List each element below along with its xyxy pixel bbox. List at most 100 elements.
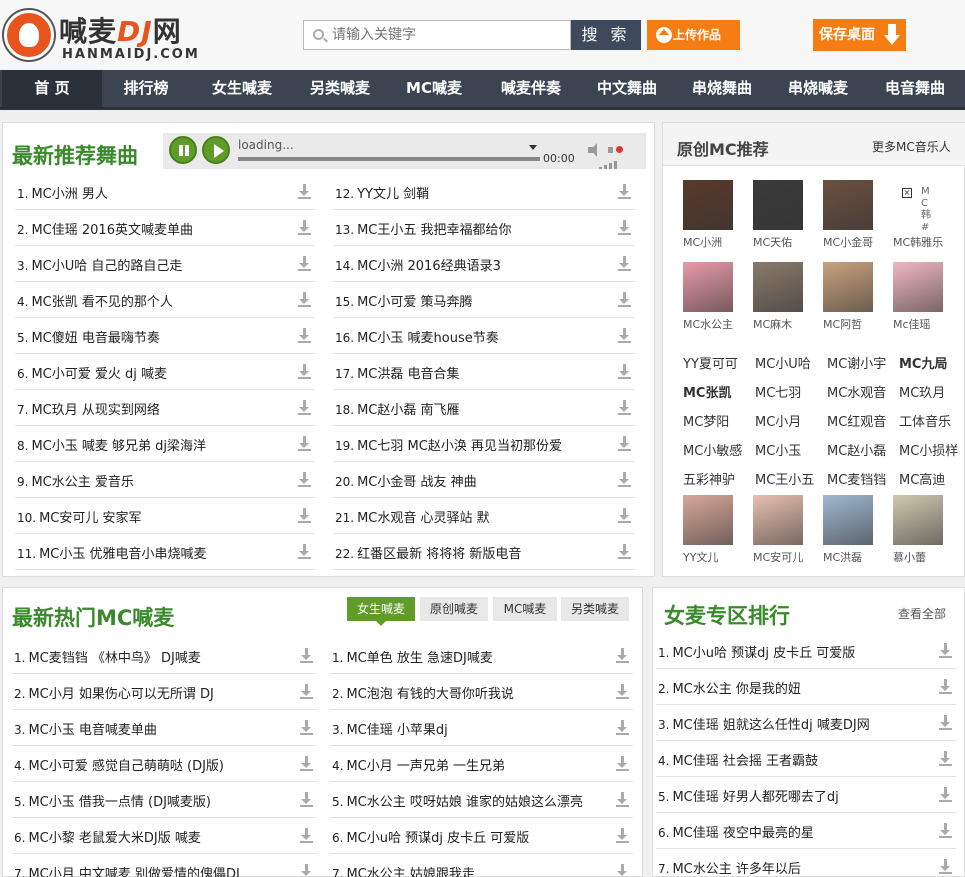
recommended-row[interactable]: 15. MC小可爱 策马奔腾 xyxy=(333,282,635,318)
recommended-row[interactable]: 1. MC小洲 男人 xyxy=(15,174,315,210)
mc-avatar-name[interactable]: YY文儿 xyxy=(683,549,718,565)
song-title[interactable]: 4. MC小月 一声兄弟 一生兄弟 xyxy=(332,755,505,774)
female-rank-row[interactable]: 4. MC佳瑶 社会摇 王者霸鼓 xyxy=(656,741,956,777)
mc-avatar[interactable] xyxy=(823,495,873,545)
tab-3[interactable]: 另类喊麦 xyxy=(561,597,629,621)
mc-name-link[interactable]: MC小损样 xyxy=(899,440,958,459)
recommended-row[interactable]: 7. MC玖月 从现实到网络 xyxy=(15,390,315,426)
mc-name-link[interactable]: MC王小五 xyxy=(755,469,814,488)
recommended-row[interactable]: 18. MC赵小磊 南飞雁 xyxy=(333,390,635,426)
recommended-row[interactable]: 16. MC小玉 喊麦house节奏 xyxy=(333,318,635,354)
song-title[interactable]: 21. MC水观音 心灵驿站 默 xyxy=(335,507,490,526)
pause-icon[interactable] xyxy=(169,136,197,164)
song-title[interactable]: 17. MC洪磊 电音合集 xyxy=(335,363,460,382)
download-icon[interactable] xyxy=(939,787,952,802)
mc-avatar[interactable] xyxy=(893,495,943,545)
download-icon[interactable] xyxy=(939,643,952,658)
mc-avatar[interactable] xyxy=(893,262,943,312)
recommended-row[interactable]: 11. MC小玉 优雅电音小串烧喊麦 xyxy=(15,534,315,570)
song-title[interactable]: 1. MC小洲 男人 xyxy=(17,183,108,202)
nav-item-2[interactable]: 女生喊麦 xyxy=(192,70,292,107)
song-title[interactable]: 2. MC泡泡 有钱的大哥你听我说 xyxy=(332,683,514,702)
download-icon[interactable] xyxy=(298,472,311,487)
female-rank-row[interactable]: 5. MC佳瑶 好男人都死哪去了dj xyxy=(656,777,956,813)
mc-avatar-name[interactable]: MC小洲 xyxy=(683,234,722,250)
song-title[interactable]: 5. MC小玉 借我一点情 (DJ喊麦版) xyxy=(14,791,211,810)
hot-mc-row[interactable]: 2. MC小月 如果伤心可以无所谓 DJ xyxy=(12,674,317,710)
mc-name-link[interactable]: YY夏可可 xyxy=(683,353,738,372)
mc-avatar-name[interactable]: MC安可儿 xyxy=(753,549,803,565)
recommended-row[interactable]: 9. MC水公主 爱音乐 xyxy=(15,462,315,498)
player-progress[interactable] xyxy=(238,157,540,161)
download-icon[interactable] xyxy=(616,720,629,735)
song-title[interactable]: 12. YY文儿 剑鞘 xyxy=(335,183,429,202)
recommended-row[interactable]: 10. MC安可儿 安家军 xyxy=(15,498,315,534)
mc-name-link[interactable]: MC小U哈 xyxy=(755,353,811,372)
recommended-row[interactable]: 12. YY文儿 剑鞘 xyxy=(333,174,635,210)
mc-avatar[interactable] xyxy=(683,495,733,545)
song-title[interactable]: 11. MC小玉 优雅电音小串烧喊麦 xyxy=(17,543,207,562)
nav-item-5[interactable]: 喊麦伴奏 xyxy=(484,70,578,107)
more-mc-link[interactable]: 更多MC音乐人 xyxy=(872,138,951,155)
mc-name-link[interactable]: MC红观音 xyxy=(827,411,886,430)
download-icon[interactable] xyxy=(298,544,311,559)
download-icon[interactable] xyxy=(298,328,311,343)
recommended-row[interactable]: 5. MC傻妞 电音最嗨节奏 xyxy=(15,318,315,354)
song-title[interactable]: 7. MC玖月 从现实到网络 xyxy=(17,399,160,418)
mc-avatar-name[interactable]: MC小金哥 xyxy=(823,234,873,250)
hot-mc-row[interactable]: 7. MC水公主 姑娘跟我走 xyxy=(330,854,633,877)
download-icon[interactable] xyxy=(939,823,952,838)
song-title[interactable]: 16. MC小玉 喊麦house节奏 xyxy=(335,327,499,346)
song-title[interactable]: 4. MC佳瑶 社会摇 王者霸鼓 xyxy=(658,750,818,769)
recommended-row[interactable]: 2. MC佳瑶 2016英文喊麦单曲 xyxy=(15,210,315,246)
hot-mc-row[interactable]: 2. MC泡泡 有钱的大哥你听我说 xyxy=(330,674,633,710)
mc-name-link[interactable]: MC小月 xyxy=(755,411,801,430)
download-icon[interactable] xyxy=(298,256,311,271)
tab-1[interactable]: 原创喊麦 xyxy=(420,597,488,621)
nav-item-0[interactable]: 首 页 xyxy=(2,70,102,107)
song-title[interactable]: 18. MC赵小磊 南飞雁 xyxy=(335,399,460,418)
mc-avatar-name[interactable]: MC洪磊 xyxy=(823,549,862,565)
download-icon[interactable] xyxy=(618,472,631,487)
save-desktop-button[interactable]: 保存桌面 xyxy=(813,19,906,51)
search-button[interactable]: 搜 索 xyxy=(571,20,641,50)
hot-mc-row[interactable]: 3. MC佳瑶 小苹果dj xyxy=(330,710,633,746)
nav-item-7[interactable]: 串烧舞曲 xyxy=(676,70,768,107)
recommended-row[interactable]: 4. MC张凯 看不见的那个人 xyxy=(15,282,315,318)
nav-item-4[interactable]: MC喊麦 xyxy=(386,70,482,107)
mc-avatar[interactable] xyxy=(753,262,803,312)
download-icon[interactable] xyxy=(298,220,311,235)
song-title[interactable]: 2. MC佳瑶 2016英文喊麦单曲 xyxy=(17,219,193,238)
download-icon[interactable] xyxy=(298,364,311,379)
nav-item-9[interactable]: 电音舞曲 xyxy=(868,70,962,107)
song-title[interactable]: 3. MC佳瑶 小苹果dj xyxy=(332,719,448,738)
mc-avatar[interactable] xyxy=(823,180,873,230)
download-icon[interactable] xyxy=(300,648,313,663)
recommended-row[interactable]: 14. MC小洲 2016经典语录3 xyxy=(333,246,635,282)
tab-0[interactable]: 女生喊麦 xyxy=(347,597,415,626)
mc-avatar[interactable] xyxy=(823,262,873,312)
mc-avatar[interactable] xyxy=(683,262,733,312)
search-input[interactable] xyxy=(332,24,566,46)
download-icon[interactable] xyxy=(616,684,629,699)
recommended-row[interactable]: 22. 红番区最新 将将将 新版电音 xyxy=(333,534,635,570)
recommended-row[interactable]: 6. MC小可爱 爱火 dj 喊麦 xyxy=(15,354,315,390)
song-title[interactable]: 3. MC佳瑶 姐就这么任性dj 喊麦DJ网 xyxy=(658,714,870,733)
recommended-row[interactable]: 3. MC小U哈 自己的路自己走 xyxy=(15,246,315,282)
hot-mc-row[interactable]: 6. MC小u哈 预谋dj 皮卡丘 可爱版 xyxy=(330,818,633,854)
song-title[interactable]: 22. 红番区最新 将将将 新版电音 xyxy=(335,543,521,562)
download-icon[interactable] xyxy=(939,679,952,694)
tab-2[interactable]: MC喊麦 xyxy=(493,597,557,621)
play-icon[interactable] xyxy=(202,136,230,164)
song-title[interactable]: 3. MC小玉 电音喊麦单曲 xyxy=(14,719,157,738)
mc-name-link[interactable]: MC赵小磊 xyxy=(827,440,886,459)
song-title[interactable]: 7. MC小月 中文喊麦 别做爱情的傀儡DJ xyxy=(14,863,240,877)
download-icon[interactable] xyxy=(618,436,631,451)
song-title[interactable]: 5. MC佳瑶 好男人都死哪去了dj xyxy=(658,786,839,805)
view-all-link[interactable]: 查看全部 xyxy=(898,605,946,622)
hot-mc-row[interactable]: 4. MC小可爱 感觉自己萌萌哒 (DJ版) xyxy=(12,746,317,782)
mc-name-link[interactable]: MC谢小宇 xyxy=(827,353,886,372)
hot-mc-row[interactable]: 4. MC小月 一声兄弟 一生兄弟 xyxy=(330,746,633,782)
download-icon[interactable] xyxy=(618,256,631,271)
mc-name-link[interactable]: MC九局 xyxy=(899,353,947,372)
